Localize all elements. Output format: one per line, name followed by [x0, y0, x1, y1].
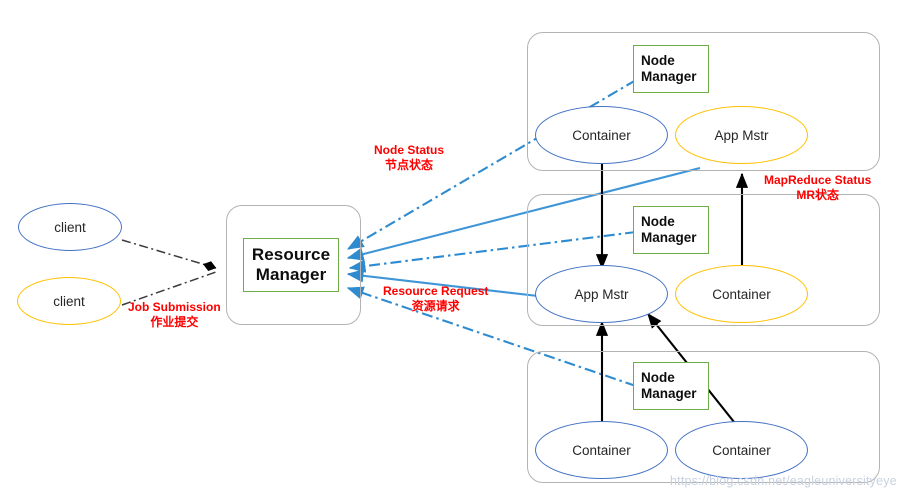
node-manager-box-middle[interactable]: Node Manager	[633, 206, 709, 254]
container-label: Container	[572, 127, 631, 143]
app-mstr-ellipse-middle-left[interactable]: App Mstr	[535, 265, 668, 323]
app-mstr-label: App Mstr	[574, 286, 629, 302]
edge-job-submission	[121, 239, 217, 306]
label-mapreduce-status-zh: MR状态	[796, 188, 840, 202]
resource-manager-line1: Resource	[251, 245, 331, 265]
node-manager-line2: Manager	[641, 386, 697, 401]
node-manager-box-top[interactable]: Node Manager	[633, 45, 709, 93]
client-label: client	[54, 219, 86, 235]
label-resource-request-zh: 资源请求	[411, 299, 460, 313]
node-manager-line2: Manager	[641, 69, 697, 84]
app-mstr-label: App Mstr	[714, 127, 769, 143]
label-resource-request: Resource Request 资源请求	[383, 284, 488, 314]
label-mapreduce-status: MapReduce Status MR状态	[764, 173, 871, 203]
container-ellipse-bottom-right[interactable]: Container	[675, 421, 808, 479]
container-label: Container	[712, 286, 771, 302]
container-label: Container	[572, 442, 631, 458]
container-ellipse-bottom-left[interactable]: Container	[535, 421, 668, 479]
client-ellipse-2[interactable]: client	[17, 277, 121, 325]
label-node-status-en: Node Status	[374, 143, 445, 157]
label-job-submission: Job Submission 作业提交	[128, 300, 221, 330]
watermark: https://blog.csdn.net/eagleuniversityeye	[670, 474, 897, 488]
app-mstr-ellipse-top-right[interactable]: App Mstr	[675, 106, 808, 164]
container-label: Container	[712, 442, 771, 458]
container-ellipse-middle-right[interactable]: Container	[675, 265, 808, 323]
label-resource-request-en: Resource Request	[383, 284, 489, 298]
node-manager-line2: Manager	[641, 230, 697, 245]
label-job-submission-en: Job Submission	[128, 300, 221, 314]
node-manager-line1: Node	[641, 53, 675, 69]
resource-manager-box[interactable]: Resource Manager	[243, 238, 339, 292]
label-node-status: Node Status 节点状态	[374, 143, 444, 173]
yarn-architecture-diagram: client client Resource Manager Node Mana…	[0, 0, 908, 500]
label-job-submission-zh: 作业提交	[150, 315, 199, 329]
node-manager-line1: Node	[641, 214, 675, 230]
node-manager-line1: Node	[641, 370, 675, 386]
client-label: client	[53, 293, 85, 309]
node-manager-box-bottom[interactable]: Node Manager	[633, 362, 709, 410]
resource-manager-line2: Manager	[255, 265, 327, 284]
client-ellipse-1[interactable]: client	[18, 203, 122, 251]
label-mapreduce-status-en: MapReduce Status	[764, 173, 872, 187]
label-node-status-zh: 节点状态	[385, 158, 434, 172]
container-ellipse-top-left[interactable]: Container	[535, 106, 668, 164]
